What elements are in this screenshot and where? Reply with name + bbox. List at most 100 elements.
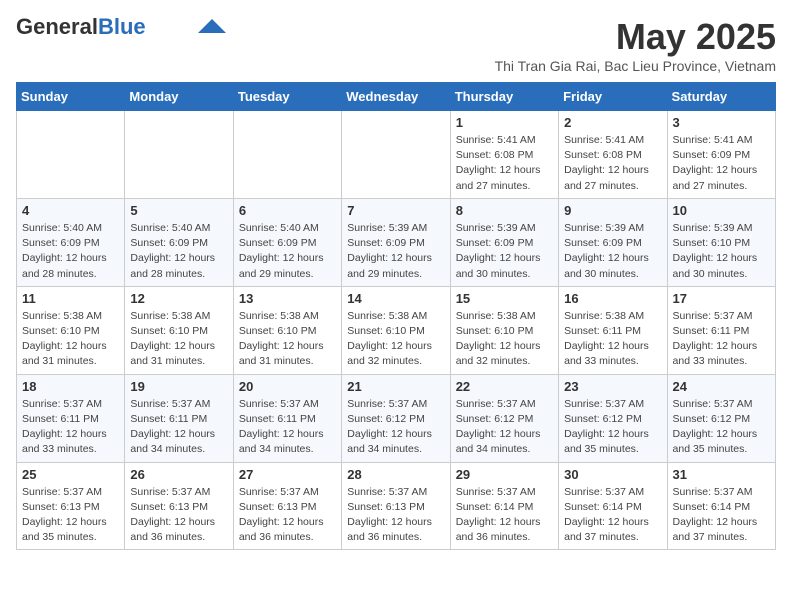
calendar-cell: 4 Sunrise: 5:40 AMSunset: 6:09 PMDaylight… [17,198,125,286]
day-info: Sunrise: 5:37 AMSunset: 6:12 PMDaylight:… [347,397,444,458]
day-info: Sunrise: 5:37 AMSunset: 6:12 PMDaylight:… [673,397,770,458]
calendar-cell: 20Sunrise: 5:37 AMSunset: 6:11 PMDayligh… [233,374,341,462]
day-info: Sunrise: 5:37 AMSunset: 6:13 PMDaylight:… [347,485,444,546]
day-number: 17 [673,291,770,306]
day-number: 13 [239,291,336,306]
calendar-cell: 11Sunrise: 5:38 AMSunset: 6:10 PMDayligh… [17,286,125,374]
calendar-cell: 15 Sunrise: 5:38 AMSunset: 6:10 PMDayligh… [450,286,558,374]
calendar-week-1: 1Sunrise: 5:41 AMSunset: 6:08 PMDaylight… [17,111,776,199]
day-info: Sunrise: 5:41 AMSunset: 6:09 PMDaylight:… [673,133,770,194]
day-number: 12 [130,291,227,306]
weekday-header-wednesday: Wednesday [342,83,450,111]
day-number: 22 [456,379,553,394]
day-info: Sunrise: 5:40 AMSunset: 6:09 PMDaylight:… [239,221,336,282]
day-number: 3 [673,115,770,130]
calendar-cell: 31Sunrise: 5:37 AMSunset: 6:14 PMDayligh… [667,462,775,550]
day-info: Sunrise: 5:38 AMSunset: 6:10 PMDaylight:… [456,309,553,370]
calendar-cell: 18 Sunrise: 5:37 AMSunset: 6:11 PMDayligh… [17,374,125,462]
day-info: Sunrise: 5:37 AMSunset: 6:13 PMDaylight:… [130,485,227,546]
day-info: Sunrise: 5:37 AMSunset: 6:11 PMDaylight:… [130,397,227,458]
day-number: 6 [239,203,336,218]
day-info: Sunrise: 5:37 AMSunset: 6:11 PMDaylight:… [673,309,770,370]
calendar-cell: 2 Sunrise: 5:41 AMSunset: 6:08 PMDaylight… [559,111,667,199]
day-number: 15 [456,291,553,306]
day-number: 14 [347,291,444,306]
calendar-cell: 29 Sunrise: 5:37 AMSunset: 6:14 PMDayligh… [450,462,558,550]
day-info: Sunrise: 5:39 AMSunset: 6:09 PMDaylight:… [564,221,661,282]
day-number: 26 [130,467,227,482]
day-info: Sunrise: 5:38 AMSunset: 6:10 PMDaylight:… [347,309,444,370]
day-info: Sunrise: 5:37 AMSunset: 6:14 PMDaylight:… [673,485,770,546]
calendar-cell: 28 Sunrise: 5:37 AMSunset: 6:13 PMDayligh… [342,462,450,550]
day-number: 21 [347,379,444,394]
calendar: SundayMondayTuesdayWednesdayThursdayFrid… [16,82,776,550]
calendar-cell [233,111,341,199]
day-number: 24 [673,379,770,394]
day-info: Sunrise: 5:39 AMSunset: 6:09 PMDaylight:… [347,221,444,282]
calendar-header-row: SundayMondayTuesdayWednesdayThursdayFrid… [17,83,776,111]
calendar-cell: 8 Sunrise: 5:39 AMSunset: 6:09 PMDaylight… [450,198,558,286]
day-number: 25 [22,467,119,482]
title-area: May 2025 Thi Tran Gia Rai, Bac Lieu Prov… [495,16,776,74]
calendar-cell: 25 Sunrise: 5:37 AMSunset: 6:13 PMDayligh… [17,462,125,550]
day-number: 16 [564,291,661,306]
calendar-cell: 16 Sunrise: 5:38 AMSunset: 6:11 PMDayligh… [559,286,667,374]
logo-general: General [16,14,98,39]
day-number: 8 [456,203,553,218]
weekday-header-thursday: Thursday [450,83,558,111]
logo-blue: Blue [98,14,146,39]
logo: GeneralBlue [16,16,226,38]
weekday-header-friday: Friday [559,83,667,111]
day-info: Sunrise: 5:37 AMSunset: 6:12 PMDaylight:… [456,397,553,458]
calendar-cell: 7 Sunrise: 5:39 AMSunset: 6:09 PMDaylight… [342,198,450,286]
calendar-cell: 30 Sunrise: 5:37 AMSunset: 6:14 PMDayligh… [559,462,667,550]
calendar-week-5: 25 Sunrise: 5:37 AMSunset: 6:13 PMDayligh… [17,462,776,550]
day-info: Sunrise: 5:38 AMSunset: 6:10 PMDaylight:… [130,309,227,370]
weekday-header-saturday: Saturday [667,83,775,111]
calendar-cell: 22 Sunrise: 5:37 AMSunset: 6:12 PMDayligh… [450,374,558,462]
calendar-cell: 10Sunrise: 5:39 AMSunset: 6:10 PMDayligh… [667,198,775,286]
day-number: 4 [22,203,119,218]
day-info: Sunrise: 5:37 AMSunset: 6:11 PMDaylight:… [22,397,119,458]
calendar-cell: 23 Sunrise: 5:37 AMSunset: 6:12 PMDayligh… [559,374,667,462]
header: GeneralBlue May 2025 Thi Tran Gia Rai, B… [16,16,776,74]
day-info: Sunrise: 5:37 AMSunset: 6:13 PMDaylight:… [239,485,336,546]
calendar-cell: 13 Sunrise: 5:38 AMSunset: 6:10 PMDayligh… [233,286,341,374]
calendar-cell: 21 Sunrise: 5:37 AMSunset: 6:12 PMDayligh… [342,374,450,462]
day-number: 29 [456,467,553,482]
day-info: Sunrise: 5:38 AMSunset: 6:10 PMDaylight:… [239,309,336,370]
day-number: 19 [130,379,227,394]
day-number: 30 [564,467,661,482]
month-title: May 2025 [495,16,776,58]
day-info: Sunrise: 5:38 AMSunset: 6:11 PMDaylight:… [564,309,661,370]
calendar-cell: 24 Sunrise: 5:37 AMSunset: 6:12 PMDayligh… [667,374,775,462]
calendar-cell: 19 Sunrise: 5:37 AMSunset: 6:11 PMDayligh… [125,374,233,462]
calendar-cell [125,111,233,199]
subtitle: Thi Tran Gia Rai, Bac Lieu Province, Vie… [495,58,776,74]
calendar-cell [17,111,125,199]
calendar-week-3: 11 Sunrise: 5:38 AMSunset: 6:10 PMDayligh… [17,286,776,374]
calendar-cell: 17 Sunrise: 5:37 AMSunset: 6:11 PMDayligh… [667,286,775,374]
day-number: 27 [239,467,336,482]
day-number: 18 [22,379,119,394]
day-info: Sunrise: 5:39 AMSunset: 6:09 PMDaylight:… [456,221,553,282]
day-info: Sunrise: 5:37 AMSunset: 6:14 PMDaylight:… [564,485,661,546]
day-number: 20 [239,379,336,394]
day-info: Sunrise: 5:41 AMSunset: 6:08 PMDaylight:… [564,133,661,194]
day-number: 5 [130,203,227,218]
weekday-header-sunday: Sunday [17,83,125,111]
day-info: Sunrise: 5:37 AMSunset: 6:13 PMDaylight:… [22,485,119,546]
day-info: Sunrise: 5:37 AMSunset: 6:12 PMDaylight:… [564,397,661,458]
calendar-cell: 1Sunrise: 5:41 AMSunset: 6:08 PMDaylight… [450,111,558,199]
day-number: 23 [564,379,661,394]
day-number: 11 [22,291,119,306]
day-number: 10 [673,203,770,218]
calendar-cell: 6 Sunrise: 5:40 AMSunset: 6:09 PMDaylight… [233,198,341,286]
day-number: 2 [564,115,661,130]
weekday-header-monday: Monday [125,83,233,111]
day-number: 7 [347,203,444,218]
day-number: 28 [347,467,444,482]
day-info: Sunrise: 5:40 AMSunset: 6:09 PMDaylight:… [22,221,119,282]
calendar-cell: 12 Sunrise: 5:38 AMSunset: 6:10 PMDayligh… [125,286,233,374]
day-info: Sunrise: 5:37 AMSunset: 6:14 PMDaylight:… [456,485,553,546]
